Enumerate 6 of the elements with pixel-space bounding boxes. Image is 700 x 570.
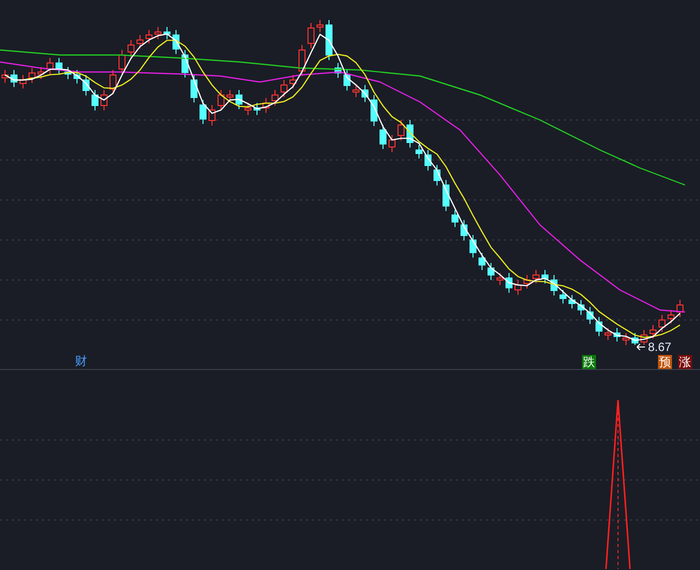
arrow-icon <box>636 343 646 351</box>
marker-badge: 跌 <box>582 355 596 369</box>
marker-badge: 预 <box>658 355 672 369</box>
price-label: 8.67 <box>648 341 672 353</box>
marker-label: 财 <box>75 355 87 367</box>
marker-badge: 涨 <box>678 355 692 369</box>
